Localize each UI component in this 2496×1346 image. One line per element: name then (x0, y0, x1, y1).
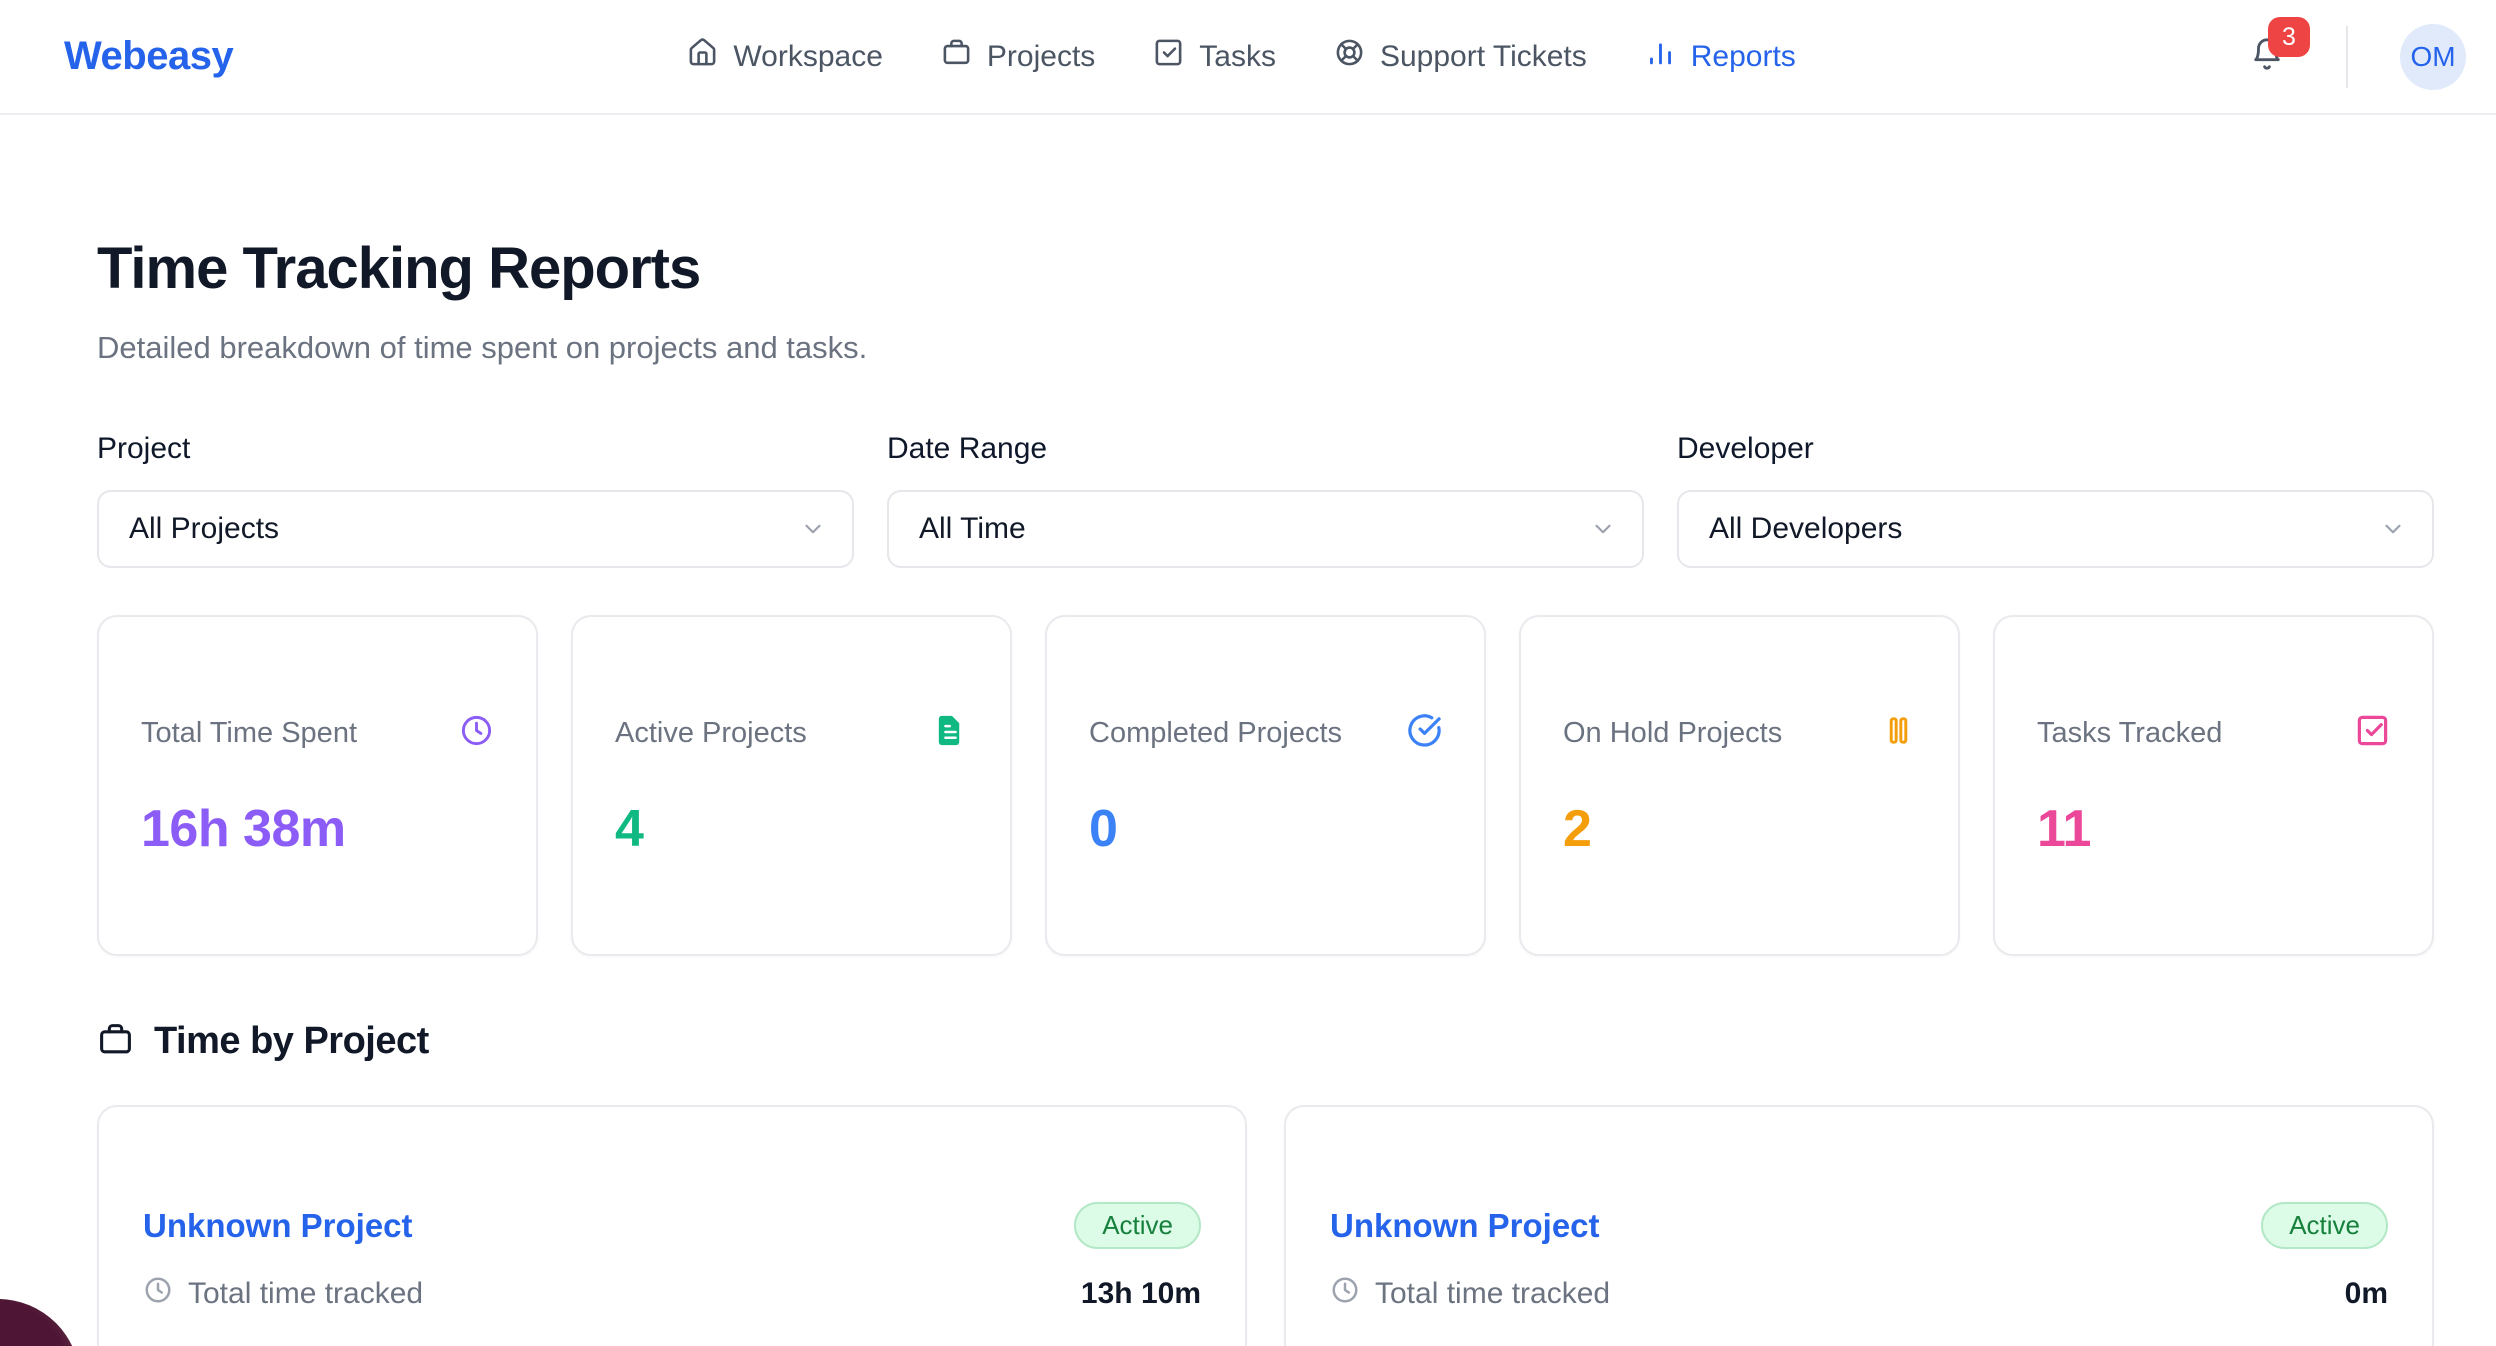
total-time-label: Total time tracked (1375, 1277, 1610, 1311)
project-name-link[interactable]: Unknown Project (143, 1207, 413, 1245)
briefcase-icon (97, 1021, 134, 1063)
life-buoy-icon (1334, 37, 1365, 76)
filter-label: Date Range (887, 432, 1644, 466)
project-select[interactable]: All Projects (97, 490, 854, 568)
filter-date-range: Date Range All Time (887, 432, 1644, 568)
clock-icon (143, 1275, 173, 1313)
clock-icon (1330, 1275, 1360, 1313)
stat-label: Active Projects (615, 717, 807, 750)
chevron-down-icon (1590, 516, 1616, 542)
check-square-icon (2355, 713, 2390, 753)
total-time-value: 13h 10m (1081, 1277, 1201, 1311)
time-by-project-heading: Time by Project (97, 1020, 2434, 1063)
top-nav: Webeasy Workspace Projects Tasks (0, 0, 2496, 115)
briefcase-icon (941, 37, 972, 76)
stats-row: Total Time Spent 16h 38m Active Projects… (97, 615, 2434, 956)
pause-icon (1881, 713, 1916, 753)
project-name-link[interactable]: Unknown Project (1330, 1207, 1600, 1245)
nav-label: Projects (987, 40, 1095, 74)
filters-row: Project All Projects Date Range All Time (97, 432, 2434, 568)
file-text-icon (933, 713, 968, 753)
stat-card-tasks-tracked: Tasks Tracked 11 (1993, 615, 2434, 956)
stat-value: 11 (2037, 799, 2390, 859)
stat-label: Total Time Spent (141, 717, 357, 750)
square-check-icon (1153, 37, 1184, 76)
select-value: All Time (919, 512, 1026, 546)
notification-count-badge: 3 (2268, 17, 2310, 57)
total-time-label: Total time tracked (188, 1277, 423, 1311)
filter-label: Project (97, 432, 854, 466)
select-value: All Projects (129, 512, 279, 546)
notifications-button[interactable]: 3 (2250, 37, 2284, 76)
stat-value: 0 (1089, 799, 1442, 859)
stat-label: Tasks Tracked (2037, 717, 2222, 750)
user-avatar[interactable]: OM (2400, 24, 2466, 90)
home-icon (687, 37, 718, 76)
stat-card-completed-projects: Completed Projects 0 (1045, 615, 1486, 956)
chevron-down-icon (2380, 516, 2406, 542)
stat-card-on-hold-projects: On Hold Projects 2 (1519, 615, 1960, 956)
projects-row: Unknown Project Active Total time tracke… (97, 1105, 2434, 1346)
bell-icon (2250, 58, 2284, 75)
page-subtitle: Detailed breakdown of time spent on proj… (97, 330, 2434, 366)
section-title: Time by Project (154, 1020, 429, 1063)
chevron-down-icon (800, 516, 826, 542)
stat-label: On Hold Projects (1563, 717, 1782, 750)
developer-select[interactable]: All Developers (1677, 490, 2434, 568)
stat-label: Completed Projects (1089, 717, 1342, 750)
select-value: All Developers (1709, 512, 1902, 546)
nav-item-projects[interactable]: Projects (941, 37, 1095, 76)
total-time-row: Total time tracked 0m (1330, 1275, 2388, 1313)
stat-value: 16h 38m (141, 799, 494, 859)
project-card: Unknown Project Active Total time tracke… (1284, 1105, 2434, 1346)
header-divider (2346, 26, 2348, 88)
stat-value: 2 (1563, 799, 1916, 859)
bar-chart-icon (1645, 37, 1676, 76)
nav-item-reports[interactable]: Reports (1645, 37, 1796, 76)
corner-decoration (0, 1299, 80, 1346)
nav-label: Tasks (1199, 40, 1276, 74)
nav-label: Workspace (733, 40, 883, 74)
filter-label: Developer (1677, 432, 2434, 466)
status-badge: Active (2261, 1202, 2388, 1249)
stat-value: 4 (615, 799, 968, 859)
nav-item-support-tickets[interactable]: Support Tickets (1334, 37, 1587, 76)
nav-label: Reports (1691, 40, 1796, 74)
total-time-value: 0m (2345, 1277, 2388, 1311)
project-card: Unknown Project Active Total time tracke… (97, 1105, 1247, 1346)
date-range-select[interactable]: All Time (887, 490, 1644, 568)
nav-item-workspace[interactable]: Workspace (687, 37, 883, 76)
total-time-row: Total time tracked 13h 10m (143, 1275, 1201, 1313)
header-right: 3 OM (2250, 24, 2466, 90)
time-tracking-reports-page: Webeasy Workspace Projects Tasks (0, 0, 2496, 1346)
filter-developer: Developer All Developers (1677, 432, 2434, 568)
main-content: Time Tracking Reports Detailed breakdown… (97, 115, 2434, 1346)
main-nav: Workspace Projects Tasks Support Tickets (233, 37, 2250, 76)
stat-card-total-time: Total Time Spent 16h 38m (97, 615, 538, 956)
check-circle-icon (1407, 713, 1442, 753)
nav-label: Support Tickets (1380, 40, 1587, 74)
clock-icon (459, 713, 494, 753)
stat-card-active-projects: Active Projects 4 (571, 615, 1012, 956)
filter-project: Project All Projects (97, 432, 854, 568)
brand-logo[interactable]: Webeasy (64, 34, 233, 79)
status-badge: Active (1074, 1202, 1201, 1249)
page-title: Time Tracking Reports (97, 235, 2434, 302)
nav-item-tasks[interactable]: Tasks (1153, 37, 1276, 76)
